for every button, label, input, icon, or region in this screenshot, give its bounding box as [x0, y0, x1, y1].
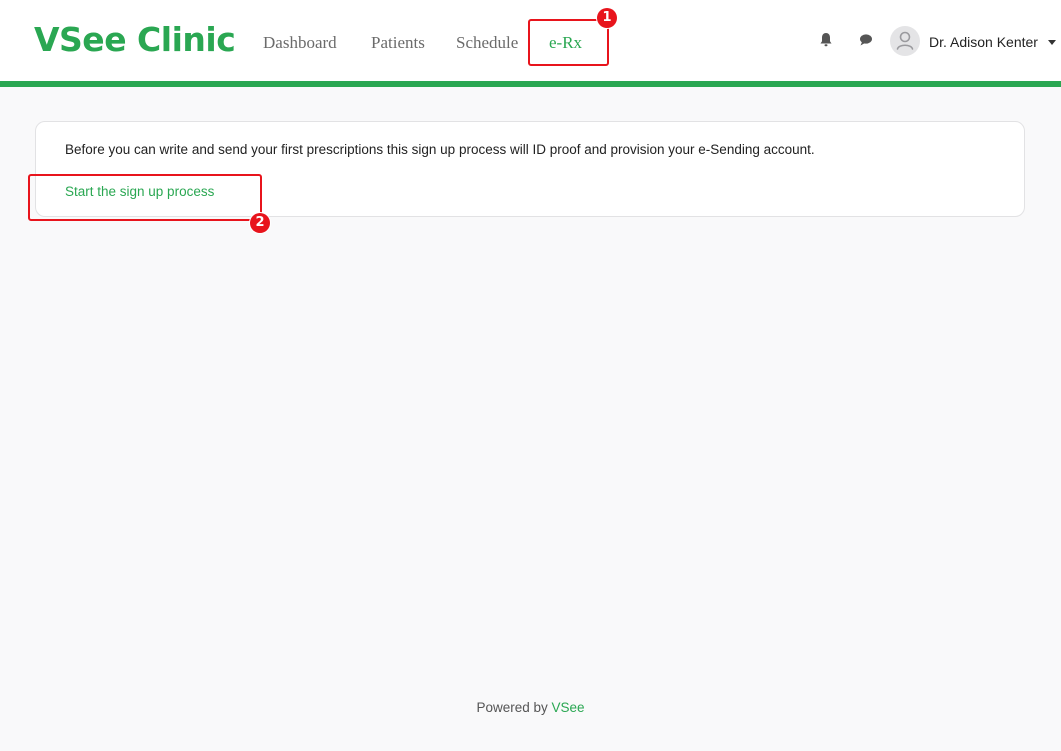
footer: Powered by VSee — [0, 699, 1061, 717]
nav-schedule[interactable]: Schedule — [456, 33, 518, 53]
app-logo[interactable]: VSee Clinic — [34, 20, 236, 60]
annotation-highlight-1 — [528, 19, 609, 66]
chat-icon[interactable] — [858, 32, 876, 50]
user-name[interactable]: Dr. Adison Kenter — [929, 33, 1038, 51]
nav-patients[interactable]: Patients — [371, 33, 425, 53]
avatar[interactable] — [890, 26, 920, 56]
footer-brand-link[interactable]: VSee — [552, 700, 585, 715]
annotation-highlight-2 — [28, 174, 262, 221]
annotation-badge-1: 1 — [597, 8, 617, 28]
chevron-down-icon[interactable] — [1048, 40, 1056, 45]
bell-icon[interactable] — [819, 32, 837, 50]
annotation-badge-2: 2 — [250, 213, 270, 233]
signup-message: Before you can write and send your first… — [65, 142, 815, 157]
top-header: VSee Clinic Dashboard Patients Schedule … — [0, 0, 1061, 87]
footer-prefix: Powered by — [476, 700, 552, 715]
user-icon — [896, 31, 914, 50]
nav-dashboard[interactable]: Dashboard — [263, 33, 337, 53]
